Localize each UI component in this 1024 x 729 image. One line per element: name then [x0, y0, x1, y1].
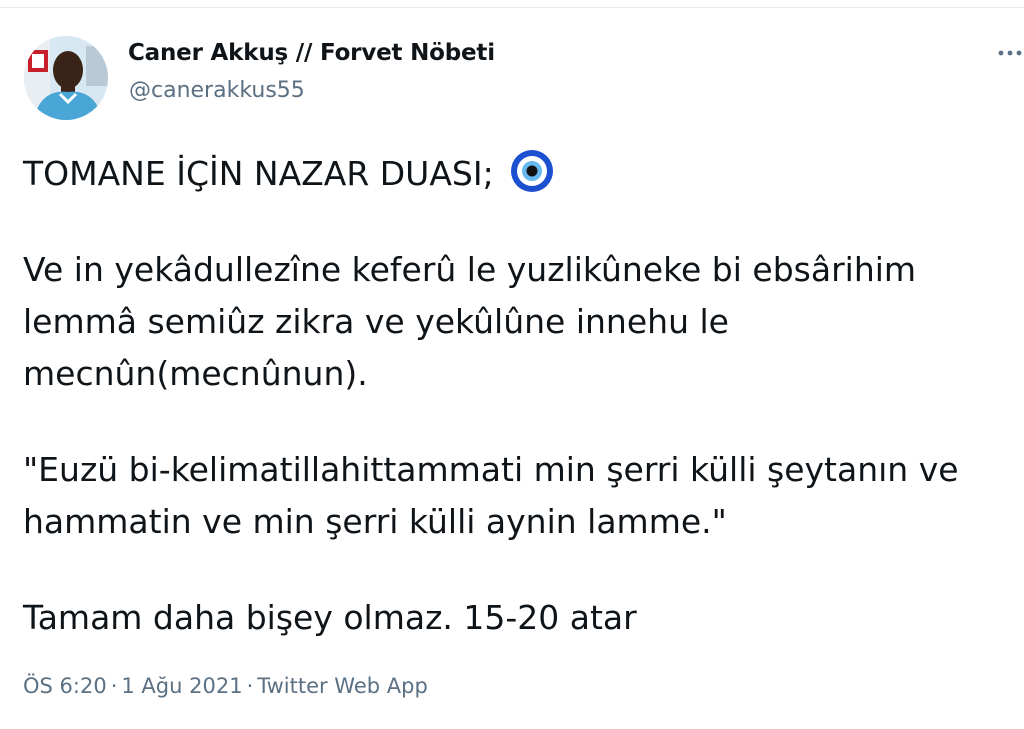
- author-name[interactable]: Caner Akkuş // Forvet Nöbeti: [128, 40, 495, 66]
- tweet-time[interactable]: ÖS 6:20: [23, 674, 107, 698]
- tweet-text: TOMANE İÇİN NAZAR DUASI; Ve in yekâdulle…: [23, 148, 1013, 644]
- more-dots-icon[interactable]: [994, 38, 1024, 68]
- tweet-card: Caner Akkuş // Forvet Nöbeti @canerakkus…: [0, 8, 1024, 729]
- tweet-paragraph-1: Ve in yekâdullezîne keferû le yuzlikûnek…: [23, 250, 917, 393]
- author-handle[interactable]: @canerakkus55: [129, 78, 305, 103]
- tweet-paragraph-2: "Euzü bi-kelimatillahittammati min şerri…: [23, 450, 959, 541]
- nazar-boncugu-icon: [510, 149, 554, 193]
- meta-separator: ·: [110, 674, 118, 698]
- meta-separator: ·: [246, 674, 254, 698]
- avatar[interactable]: [24, 36, 108, 120]
- tweet-paragraph-3: Tamam daha bişey olmaz. 15-20 atar: [23, 598, 637, 637]
- tweet-heading: TOMANE İÇİN NAZAR DUASI;: [23, 154, 494, 193]
- top-divider: [0, 0, 1024, 8]
- tweet-date[interactable]: 1 Ağu 2021: [121, 674, 242, 698]
- tweet-heading-line: TOMANE İÇİN NAZAR DUASI;: [23, 148, 1013, 200]
- tweet-source[interactable]: Twitter Web App: [257, 674, 428, 698]
- tweet-meta: ÖS 6:20 · 1 Ağu 2021 · Twitter Web App: [23, 674, 428, 698]
